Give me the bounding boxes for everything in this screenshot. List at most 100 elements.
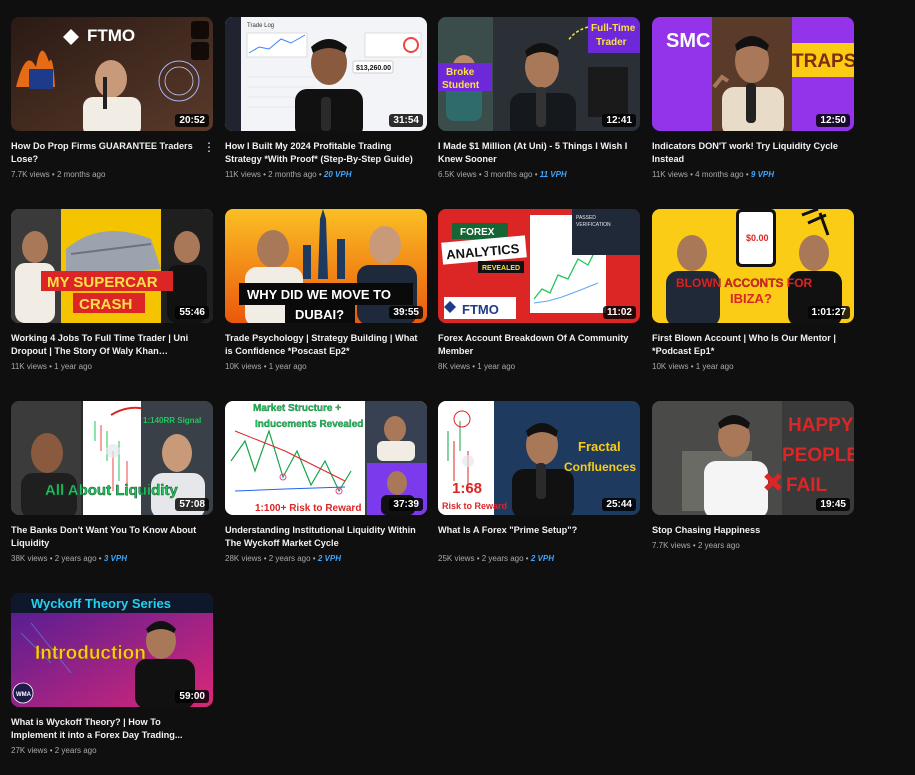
video-thumbnail[interactable]: 1:140RR Signal All About Liquidity 57:08 [11, 401, 213, 515]
video-thumbnail[interactable]: Wyckoff Theory Series Introduction WMA 5… [11, 593, 213, 707]
video-meta: 6.5K views • 3 months ago • 11 VPH [438, 170, 567, 179]
clock-icon[interactable] [191, 21, 209, 39]
video-duration: 57:08 [175, 498, 209, 511]
thumbnail-text: CRASH [79, 296, 132, 313]
view-count: 11K views [225, 170, 261, 179]
view-count: 11K views [652, 170, 688, 179]
video-meta: 27K views • 2 years ago [11, 746, 97, 755]
view-count: 7.7K views [11, 170, 50, 179]
vph-badge: 3 VPH [103, 554, 127, 563]
video-thumbnail[interactable]: FTMO 20:52 [11, 17, 213, 131]
video-card[interactable]: SMC TRAPS 12:50 Indicators DON'T work! T… [652, 17, 854, 197]
thumbnail-text: TRAPS [792, 51, 854, 72]
video-thumbnail[interactable]: HAPPY PEOPLE FAIL 19:45 [652, 401, 854, 515]
video-thumbnail[interactable]: Market Structure + Inducements Revealed … [225, 401, 427, 515]
video-title[interactable]: What is Wyckoff Theory? | How To Impleme… [11, 716, 207, 742]
video-card[interactable]: WHY DID WE MOVE TO DUBAI? 39:55 Trade Ps… [225, 209, 427, 389]
video-card[interactable]: MY SUPERCAR CRASH 55:46 Working 4 Jobs T… [11, 209, 213, 389]
video-thumbnail[interactable]: SMC TRAPS 12:50 [652, 17, 854, 131]
video-meta: 11K views • 4 months ago • 9 VPH [652, 170, 775, 179]
video-thumbnail[interactable]: MY SUPERCAR CRASH 55:46 [11, 209, 213, 323]
thumbnail-text: Market Structure + [253, 403, 341, 414]
video-card[interactable]: Market Structure + Inducements Revealed … [225, 401, 427, 581]
video-card[interactable]: Broke Student Full-Time Trader 12:41 I M… [438, 17, 640, 197]
video-duration: 11:02 [602, 306, 636, 319]
thumbnail-text: WMA [16, 692, 32, 698]
video-grid: FTMO 20:52 How Do Prop Firms GUARANTEE T… [0, 0, 915, 775]
video-thumbnail[interactable]: PASSED VERIFICATION FOREX ANALYTICS REVE… [438, 209, 640, 323]
video-thumbnail[interactable]: WHY DID WE MOVE TO DUBAI? 39:55 [225, 209, 427, 323]
thumbnail-text: Introduction [35, 643, 146, 664]
vph-badge: 9 VPH [750, 170, 775, 179]
video-card[interactable]: PASSED VERIFICATION FOREX ANALYTICS REVE… [438, 209, 640, 389]
more-vert-icon[interactable]: ⋮ [203, 141, 215, 155]
video-card[interactable]: $0.00 BLOWN ACCONTS FOR IBIZA? 1:01:27 F… [652, 209, 854, 389]
video-title[interactable]: Forex Account Breakdown Of A Community M… [438, 332, 634, 358]
view-count: 11K views [11, 362, 47, 371]
video-title[interactable]: Trade Psychology | Strategy Building | W… [225, 332, 421, 358]
thumbnail-text: FAIL [786, 475, 828, 496]
video-title[interactable]: What Is A Forex "Prime Setup"? [438, 524, 634, 537]
thumbnail-text: Student [442, 80, 480, 91]
video-duration: 55:46 [175, 306, 209, 319]
thumbnail-text: SMC [666, 30, 710, 52]
thumbnail-text: $13,260.00 [356, 65, 391, 72]
video-title[interactable]: Stop Chasing Happiness [652, 524, 848, 537]
video-meta: 38K views • 2 years ago • 3 VPH [11, 554, 127, 563]
vph-badge: 2 VPH [317, 554, 341, 563]
video-card[interactable]: Fractal Confluences 1:68 Risk to Reward … [438, 401, 640, 581]
video-meta: 28K views • 2 years ago • 2 VPH [225, 554, 341, 563]
video-card[interactable]: Wyckoff Theory Series Introduction WMA 5… [11, 593, 213, 773]
upload-age: 3 months ago [483, 170, 533, 179]
video-title[interactable]: Working 4 Jobs To Full Time Trader | Uni… [11, 332, 207, 358]
video-card[interactable]: 1:140RR Signal All About Liquidity 57:08… [11, 401, 213, 581]
video-title[interactable]: How I Built My 2024 Profitable Trading S… [225, 140, 421, 166]
video-title[interactable]: Indicators DON'T work! Try Liquidity Cyc… [652, 140, 848, 166]
video-duration: 12:41 [602, 114, 636, 127]
video-duration: 12:50 [816, 114, 850, 127]
view-count: 10K views [225, 362, 262, 371]
thumbnail-text: Risk to Reward [442, 501, 507, 511]
upload-age: 2 years ago [697, 541, 740, 550]
video-duration: 59:00 [175, 690, 209, 703]
video-duration: 25:44 [602, 498, 636, 511]
video-meta: 25K views • 2 years ago • 2 VPH [438, 554, 554, 563]
video-title[interactable]: Understanding Institutional Liquidity Wi… [225, 524, 421, 550]
video-card[interactable]: HAPPY PEOPLE FAIL 19:45 Stop Chasing Hap… [652, 401, 854, 581]
thumbnail-text: Trader [596, 37, 627, 48]
video-meta: 8K views • 1 year ago [438, 362, 516, 371]
video-duration: 20:52 [175, 114, 209, 127]
upload-age: 2 years ago [54, 554, 97, 563]
thumbnail-text: $0.00 [746, 233, 769, 243]
thumbnail-text: 1:140RR Signal [143, 416, 201, 425]
vph-badge: 2 VPH [530, 554, 554, 563]
thumbnail-text: Broke [446, 67, 475, 78]
thumbnail-text: Full-Time [591, 23, 636, 34]
queue-icon[interactable] [191, 42, 209, 60]
video-duration: 37:39 [389, 498, 423, 511]
video-card[interactable]: FTMO 20:52 How Do Prop Firms GUARANTEE T… [11, 17, 215, 197]
video-thumbnail[interactable]: Broke Student Full-Time Trader 12:41 [438, 17, 640, 131]
video-card[interactable]: Trade Log $13,260.00 31:54 How I Built M… [225, 17, 427, 197]
thumbnail-text: HAPPY [788, 415, 854, 436]
video-meta: 7.7K views • 2 years ago [652, 541, 740, 550]
thumbnail-text: Trade Log [247, 23, 274, 29]
video-thumbnail[interactable]: Fractal Confluences 1:68 Risk to Reward … [438, 401, 640, 515]
upload-age: 2 years ago [481, 554, 524, 563]
view-count: 27K views [11, 746, 48, 755]
thumbnail-text: FOREX [460, 227, 495, 238]
video-thumbnail[interactable]: $0.00 BLOWN ACCONTS FOR IBIZA? 1:01:27 [652, 209, 854, 323]
video-title[interactable]: How Do Prop Firms GUARANTEE Traders Lose… [11, 140, 207, 166]
video-duration: 39:55 [389, 306, 423, 319]
thumbnail-text: Inducements Revealed [255, 419, 363, 430]
video-title[interactable]: The Banks Don't Want You To Know About L… [11, 524, 207, 550]
thumbnail-text: IBIZA? [730, 291, 772, 306]
upload-age: 2 months ago [268, 170, 317, 179]
upload-age: 2 years ago [268, 554, 311, 563]
video-title[interactable]: I Made $1 Million (At Uni) - 5 Things I … [438, 140, 634, 166]
view-count: 10K views [652, 362, 689, 371]
video-title[interactable]: First Blown Account | Who Is Our Mentor … [652, 332, 848, 358]
video-thumbnail[interactable]: Trade Log $13,260.00 31:54 [225, 17, 427, 131]
thumbnail-text: PASSED [576, 215, 596, 221]
thumbnail-text: FTMO [87, 26, 135, 45]
